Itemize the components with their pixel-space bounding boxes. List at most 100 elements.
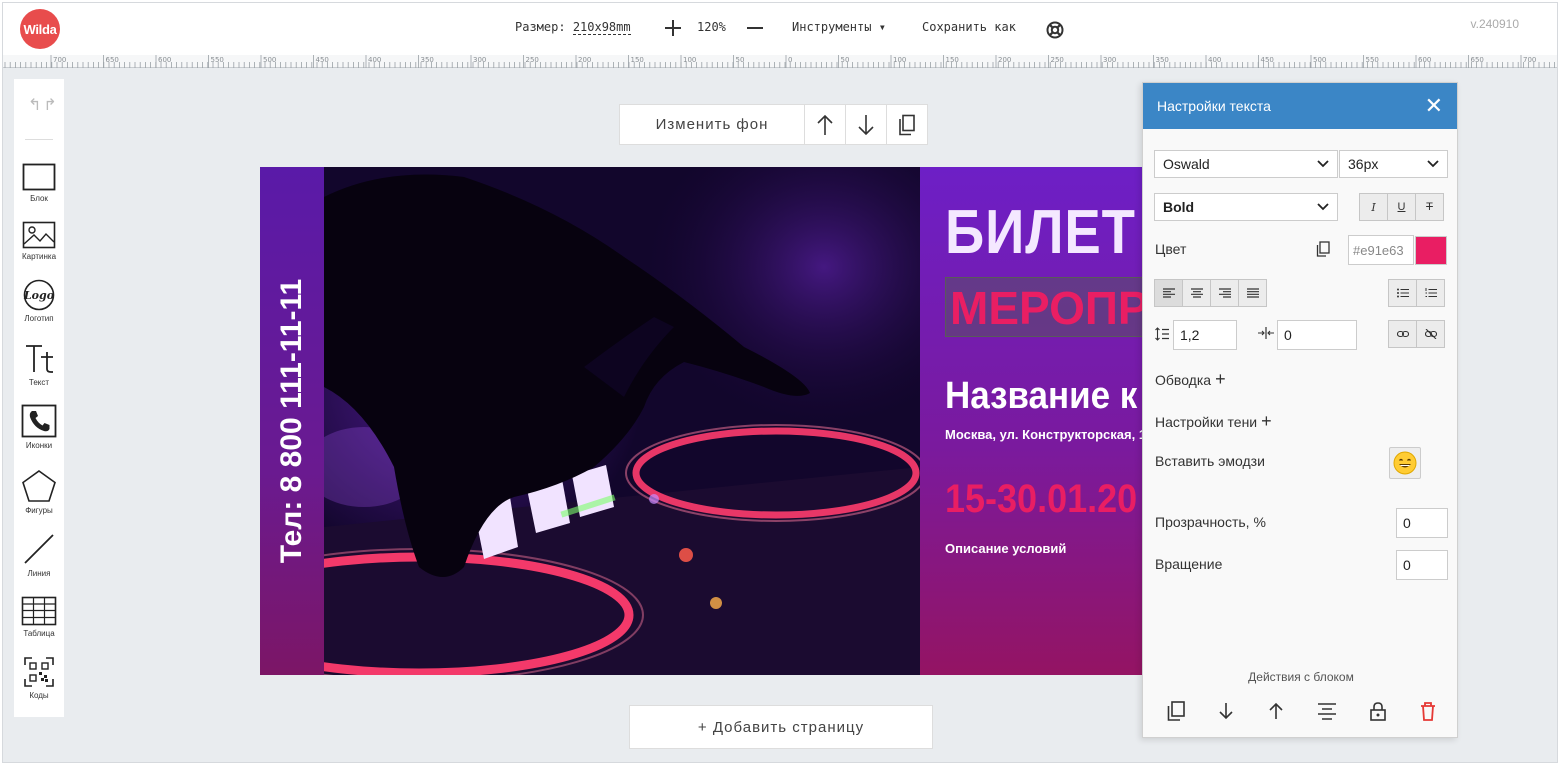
ruler-label: 50 (736, 56, 745, 64)
tool-icons[interactable]: Иконки (14, 404, 64, 450)
emoji-picker-button[interactable] (1389, 447, 1421, 479)
align-left-button[interactable] (1154, 279, 1183, 307)
ticket-phone-text[interactable]: Тел: 8 800 111-11-11 (275, 279, 309, 563)
unlink-button[interactable] (1416, 320, 1445, 348)
rectangle-icon (22, 163, 56, 191)
strikethrough-button[interactable]: T (1415, 193, 1444, 221)
plus-icon: + (1261, 411, 1272, 431)
ruler-label: 100 (893, 56, 906, 64)
color-swatch[interactable] (1415, 236, 1447, 265)
ruler-label: 500 (1313, 56, 1326, 64)
tool-label: Коды (29, 691, 49, 700)
tool-label: Иконки (25, 441, 53, 450)
move-page-down-button[interactable] (846, 104, 887, 145)
color-hex-input[interactable]: #e91e63 (1348, 235, 1414, 265)
logo-icon-text: Logo (23, 289, 54, 302)
ticket-dates[interactable]: 15-30.01.20 (945, 477, 1137, 522)
zoom-in-icon[interactable] (665, 20, 681, 36)
ruler-label: 650 (1471, 56, 1484, 64)
tool-logo[interactable]: Logo Логотип (14, 279, 64, 323)
align-justify-icon (1246, 288, 1259, 298)
duplicate-page-button[interactable] (887, 104, 928, 145)
add-page-button[interactable]: + Добавить страницу (629, 705, 933, 749)
tool-table[interactable]: Таблица (14, 596, 64, 638)
align-right-button[interactable] (1210, 279, 1239, 307)
align-right-icon (1218, 288, 1231, 298)
tool-shapes[interactable]: Фигуры (14, 469, 64, 515)
block-actions-title: Действия с блоком (1248, 670, 1354, 684)
change-background-button[interactable]: Изменить фон (619, 104, 805, 145)
ruler-label: 250 (526, 56, 539, 64)
underline-button[interactable]: U (1387, 193, 1416, 221)
ruler-label: 400 (368, 56, 381, 64)
ruler-label: 0 (788, 56, 792, 64)
tool-line[interactable]: Линия (14, 532, 64, 578)
rotation-input[interactable]: 0 (1396, 550, 1448, 580)
app-window: Wilda Размер: 210x98mm 120% Инструменты … (2, 2, 1558, 763)
ticket-address[interactable]: Москва, ул. Конструкторская, 1. (945, 427, 1150, 442)
save-as-button[interactable]: Сохранить как (922, 20, 1016, 34)
letter-spacing-input[interactable]: 0 (1277, 320, 1357, 350)
tool-block[interactable]: Блок (14, 163, 64, 203)
stroke-settings-toggle[interactable]: Обводка + (1155, 369, 1226, 390)
ruler-label: 250 (1051, 56, 1064, 64)
move-page-up-button[interactable] (805, 104, 846, 145)
duplicate-block-icon[interactable] (1167, 701, 1185, 721)
align-left-icon (1162, 288, 1175, 298)
pentagon-icon (22, 470, 56, 502)
italic-button[interactable]: I (1359, 193, 1388, 221)
center-align-icon[interactable] (1317, 701, 1337, 721)
size-control[interactable]: Размер: 210x98mm (515, 20, 631, 35)
delete-trash-icon[interactable] (1419, 701, 1437, 721)
opacity-input[interactable]: 0 (1396, 508, 1448, 538)
size-value[interactable]: 210x98mm (572, 20, 631, 35)
numbered-list-button[interactable] (1416, 279, 1445, 307)
ticket-event-text-selected[interactable]: МЕРОПРИЯ (945, 277, 1160, 337)
ticket-title[interactable]: БИЛЕТ (945, 197, 1136, 268)
logo-icon: Logo (23, 279, 55, 311)
ruler-ticks: 700 650 600 550 500 450 400 350 300 250 200 150 100 5… (4, 55, 1555, 68)
tool-text[interactable]: Текст (14, 343, 64, 387)
font-size-value: 36px (1348, 156, 1379, 172)
letter-spacing-icon (1258, 327, 1274, 339)
ruler-label: 600 (158, 56, 171, 64)
shadow-label: Настройки тени (1155, 414, 1258, 430)
tool-codes[interactable]: Коды (14, 656, 64, 700)
line-height-input[interactable]: 1,2 (1173, 320, 1237, 350)
ruler-label: 350 (1156, 56, 1169, 64)
line-height-icon (1155, 327, 1169, 341)
bullet-list-button[interactable] (1388, 279, 1417, 307)
text-icon (26, 345, 53, 373)
link-button[interactable] (1388, 320, 1417, 348)
font-family-value: Oswald (1163, 156, 1210, 172)
move-down-icon[interactable] (1217, 701, 1235, 721)
dj-photo[interactable] (324, 167, 920, 675)
copy-color-icon[interactable] (1316, 241, 1330, 257)
undo-redo-icon[interactable]: ↰↱ (28, 95, 59, 115)
font-family-select[interactable]: Oswald (1154, 150, 1338, 178)
align-justify-button[interactable] (1238, 279, 1267, 307)
lock-icon[interactable] (1369, 701, 1387, 721)
align-center-button[interactable] (1182, 279, 1211, 307)
phone-icon (21, 404, 57, 438)
ticket-event-name[interactable]: Название к (945, 375, 1137, 418)
zoom-out-icon[interactable] (747, 27, 763, 29)
tool-image[interactable]: Картинка (14, 221, 64, 261)
ruler-label: 450 (316, 56, 329, 64)
tools-menu[interactable]: Инструменты ▾ (792, 20, 886, 34)
ruler-label: 150 (946, 56, 959, 64)
ruler-label: 200 (998, 56, 1011, 64)
image-icon (22, 221, 56, 249)
chevron-down-icon (1317, 203, 1329, 211)
arrow-up-icon (817, 114, 833, 135)
shadow-settings-toggle[interactable]: Настройки тени + (1155, 411, 1272, 432)
close-icon[interactable]: ✕ (1425, 95, 1443, 117)
help-lifebuoy-icon[interactable] (1046, 21, 1064, 39)
ticket-description[interactable]: Описание условий (945, 541, 1066, 556)
block-actions (1167, 701, 1437, 721)
wilda-logo[interactable]: Wilda (20, 9, 60, 49)
move-up-icon[interactable] (1267, 701, 1285, 721)
ticket-canvas[interactable]: Тел: 8 800 111-11-11 БИЛЕТ МЕРОПР Назван… (260, 167, 1160, 675)
font-size-select[interactable]: 36px (1339, 150, 1448, 178)
font-weight-select[interactable]: Bold (1154, 193, 1338, 221)
